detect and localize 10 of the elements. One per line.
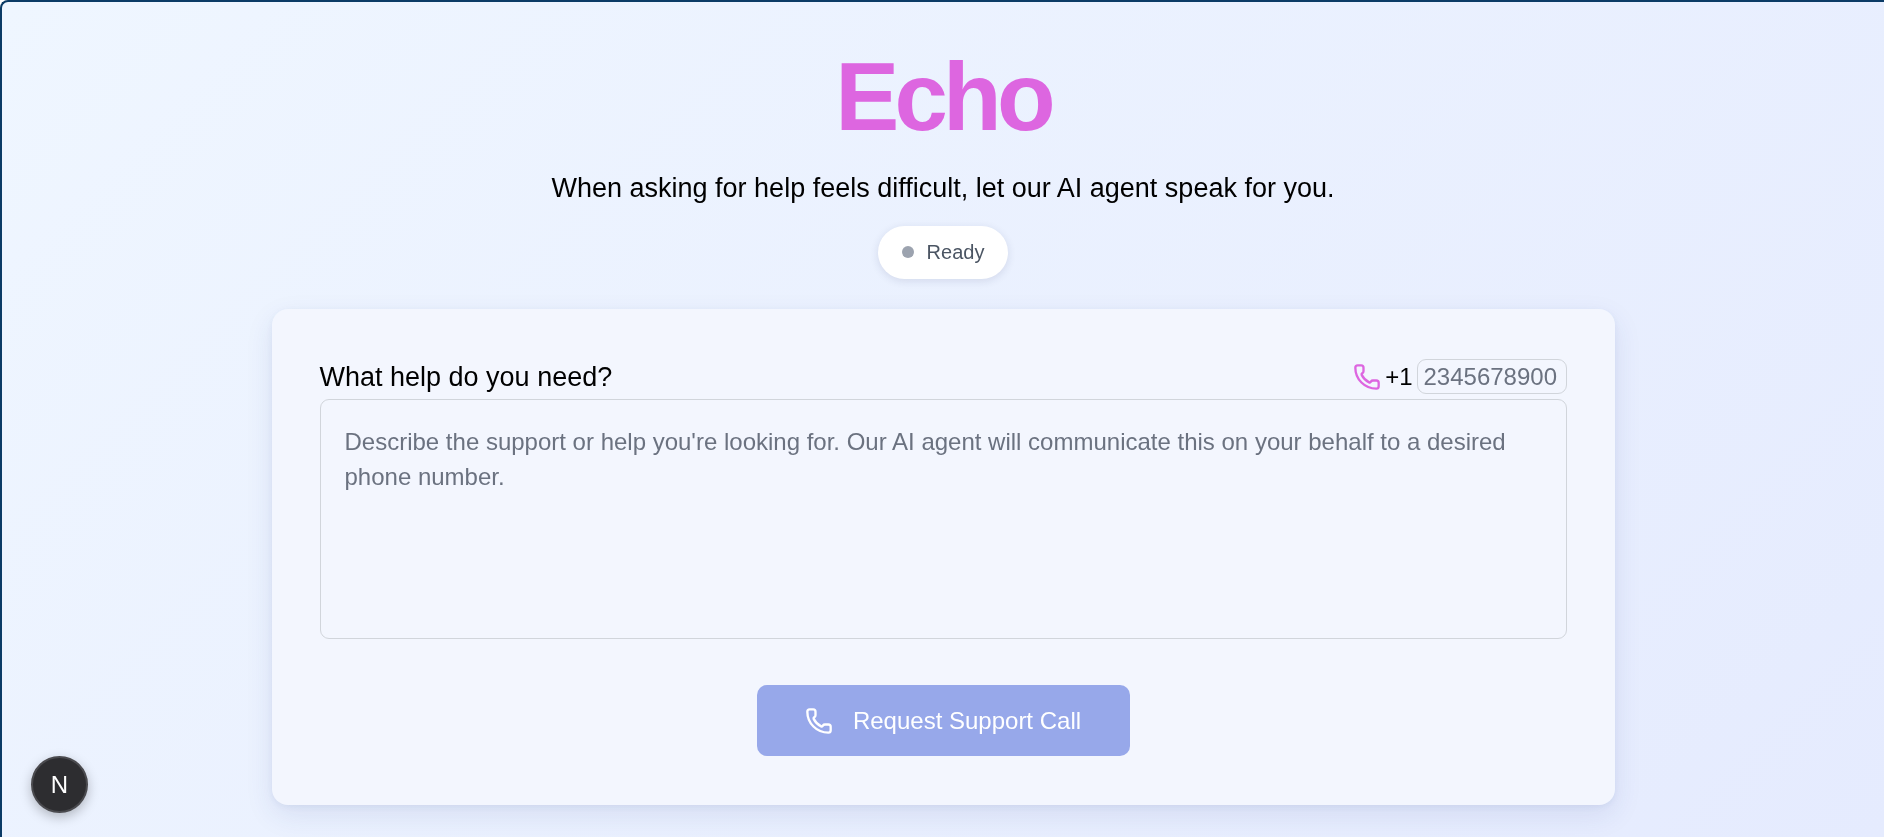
tagline-text: When asking for help feels difficult, let our AI agent speak for you. [551, 172, 1335, 205]
phone-icon [804, 706, 833, 735]
app-title: Echo [835, 49, 1051, 145]
message-textarea[interactable]: Describe the support or help you're looking for. Our AI agent will communicate this on your behalf to a desired phone number. [319, 399, 1567, 639]
field-label: What help do you need? [319, 360, 613, 394]
phone-icon [1353, 362, 1382, 391]
dev-tools-badge[interactable]: N [31, 756, 88, 813]
country-code: +1 [1385, 362, 1413, 391]
phone-input[interactable]: 2345678900 [1416, 359, 1567, 395]
status-label: Ready [926, 240, 985, 264]
